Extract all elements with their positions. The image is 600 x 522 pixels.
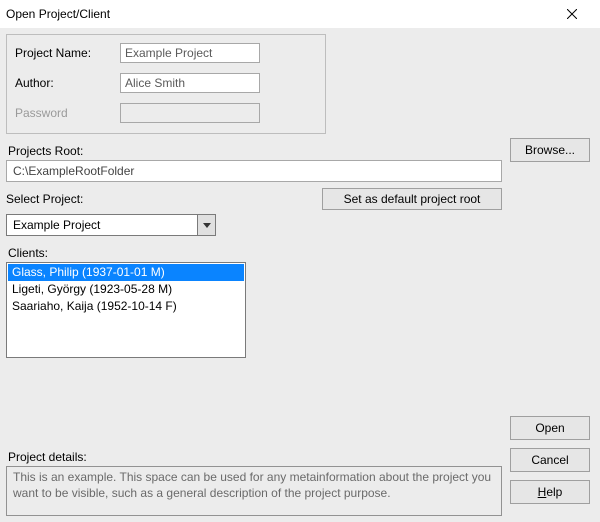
clients-listbox[interactable]: Glass, Philip (1937-01-01 M) Ligeti, Gyö… <box>6 262 246 358</box>
project-name-field[interactable] <box>120 43 260 63</box>
author-label: Author: <box>15 76 120 90</box>
project-name-row: Project Name: <box>15 43 317 63</box>
chevron-down-icon <box>203 223 211 228</box>
project-details-box[interactable]: This is an example. This space can be us… <box>6 466 502 516</box>
author-field[interactable] <box>120 73 260 93</box>
project-details-label: Project details: <box>8 450 502 464</box>
project-combo[interactable]: Example Project <box>6 214 216 236</box>
title-bar: Open Project/Client <box>0 0 600 28</box>
help-rest: elp <box>546 485 562 499</box>
main-column: Project Name: Author: Password Projects … <box>6 34 502 516</box>
open-button[interactable]: Open <box>510 416 590 440</box>
browse-button[interactable]: Browse... <box>510 138 590 162</box>
dialog-window: Open Project/Client Project Name: Author… <box>0 0 600 522</box>
project-info-group: Project Name: Author: Password <box>6 34 326 134</box>
project-combo-arrow[interactable] <box>197 215 215 235</box>
close-button[interactable] <box>552 0 592 28</box>
side-buttons-column: Browse... Open Cancel Help <box>510 34 594 516</box>
project-combo-value: Example Project <box>13 218 100 232</box>
project-name-label: Project Name: <box>15 46 120 60</box>
set-default-root-button[interactable]: Set as default project root <box>322 188 502 210</box>
close-icon <box>567 9 577 19</box>
password-label: Password <box>15 106 120 120</box>
list-item[interactable]: Ligeti, György (1923-05-28 M) <box>8 281 244 298</box>
select-project-label: Select Project: <box>6 192 83 206</box>
window-title: Open Project/Client <box>6 7 110 21</box>
projects-root-field[interactable] <box>6 160 502 182</box>
help-button[interactable]: Help <box>510 480 590 504</box>
list-item[interactable]: Saariaho, Kaija (1952-10-14 F) <box>8 298 244 315</box>
password-row: Password <box>15 103 317 123</box>
list-item[interactable]: Glass, Philip (1937-01-01 M) <box>8 264 244 281</box>
select-project-row: Select Project: Set as default project r… <box>6 188 502 210</box>
cancel-button[interactable]: Cancel <box>510 448 590 472</box>
projects-root-label: Projects Root: <box>8 144 502 158</box>
dialog-body: Project Name: Author: Password Projects … <box>0 28 600 522</box>
clients-label: Clients: <box>8 246 502 260</box>
password-field <box>120 103 260 123</box>
author-row: Author: <box>15 73 317 93</box>
